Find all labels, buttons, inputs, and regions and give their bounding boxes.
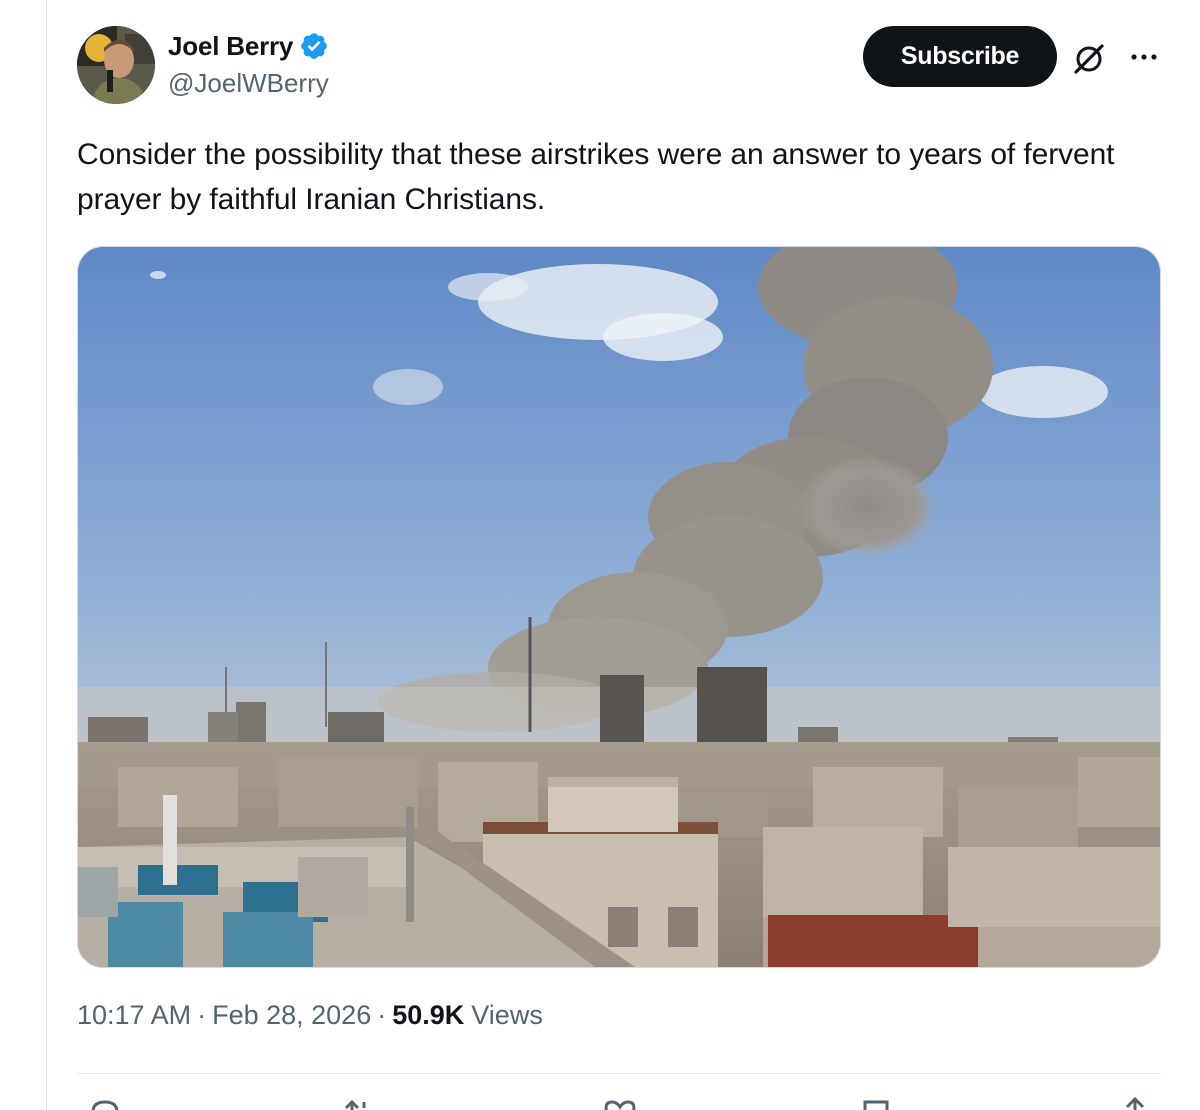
meta-separator: · bbox=[197, 1000, 207, 1030]
subscribe-button[interactable]: Subscribe bbox=[863, 26, 1057, 87]
user-handle[interactable]: @JoelWBerry bbox=[168, 68, 329, 99]
views-label[interactable]: Views bbox=[471, 1000, 543, 1031]
tweet-text: Consider the possibility that these airs… bbox=[77, 138, 1115, 216]
tweet-time[interactable]: 10:17 AM bbox=[77, 1000, 191, 1031]
actions-divider bbox=[77, 1073, 1161, 1074]
reply-icon[interactable] bbox=[85, 1094, 125, 1110]
display-name-row[interactable]: Joel Berry bbox=[168, 30, 329, 62]
tweet-meta: 10:17 AM · Feb 28, 2026 · 50.9K Views bbox=[77, 1000, 543, 1031]
grok-icon[interactable] bbox=[1070, 40, 1108, 78]
meta-separator: · bbox=[377, 1000, 387, 1030]
verified-badge-icon[interactable] bbox=[299, 31, 329, 61]
bookmark-icon[interactable] bbox=[857, 1094, 897, 1110]
more-options-icon[interactable] bbox=[1126, 42, 1162, 72]
tweet-photo[interactable] bbox=[77, 246, 1161, 968]
views-count[interactable]: 50.9K bbox=[392, 1000, 464, 1031]
avatar[interactable] bbox=[77, 26, 155, 104]
like-icon[interactable] bbox=[600, 1094, 640, 1110]
repost-icon[interactable] bbox=[338, 1094, 378, 1110]
display-name[interactable]: Joel Berry bbox=[168, 31, 293, 62]
share-icon[interactable] bbox=[1115, 1094, 1155, 1110]
tweet-date[interactable]: Feb 28, 2026 bbox=[212, 1000, 371, 1031]
tweet-page: Joel Berry @JoelWBerry Subscribe Conside… bbox=[0, 0, 1200, 1110]
timeline-divider bbox=[46, 0, 47, 1110]
